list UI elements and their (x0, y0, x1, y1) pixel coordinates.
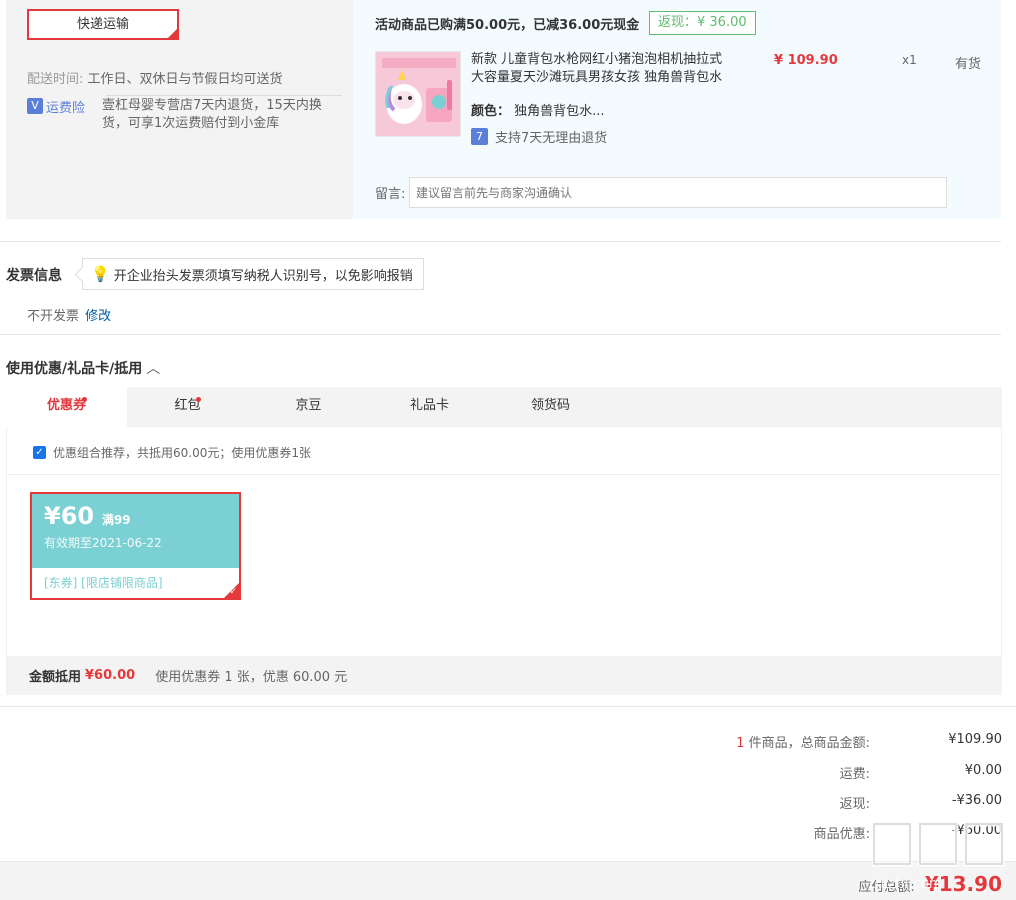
shipping-panel: 快递运输 ✓ 配送时间: 工作日、双休日与节假日均可送货 V 运费险 壹杠母婴专… (6, 0, 353, 219)
deduction-summary: 金额抵用 ¥60.00 使用优惠券 1 张，优惠 60.00 元 (7, 656, 1002, 695)
deduction-description: 使用优惠券 1 张，优惠 60.00 元 (155, 670, 348, 685)
coupon-section-title[interactable]: 使用优惠/礼品卡/抵用 ︿ (6, 358, 160, 378)
product-color-label: 颜色： (471, 104, 511, 119)
divider (0, 706, 1016, 707)
summary-rebate: 返现: -¥36.00 (582, 793, 1002, 813)
shipping-product-block: 快递运输 ✓ 配送时间: 工作日、双休日与节假日均可送货 V 运费险 壹杠母婴专… (6, 0, 1001, 219)
return-policy: 7 支持7天无理由退货 (471, 127, 607, 146)
tab-coupons[interactable]: 优惠券 (6, 387, 127, 427)
coupon-section-title-text: 使用优惠/礼品卡/抵用 (6, 361, 143, 377)
freight-insurance-text: 壹杠母婴专营店7天内退货，15天内换货，可享1次运费赔付到小金库 (102, 98, 322, 131)
delivery-time: 配送时间: 工作日、双休日与节假日均可送货 (27, 68, 283, 87)
divider (106, 95, 342, 96)
invoice-tip: 💡 开企业抬头发票须填写纳税人识别号，以免影响报销 (82, 258, 424, 290)
tab-label: 京豆 (295, 398, 322, 413)
tab-jingdou[interactable]: 京豆 (248, 387, 369, 427)
product-stock: 有货 (955, 57, 982, 72)
rebate-badge: 返现：¥ 36.00 (649, 11, 756, 35)
invoice-edit-link[interactable]: 修改 (85, 309, 111, 324)
tab-label: 优惠券 (46, 398, 86, 413)
combo-recommendation-text: 优惠组合推荐，共抵用60.00元；使用优惠券1张 (53, 446, 311, 460)
new-dot-icon (196, 397, 201, 402)
checkbox-checked-icon[interactable]: ✓ (33, 446, 46, 459)
delivery-time-label: 配送时间: (27, 72, 84, 87)
goods-total-text: 件商品，总商品金额: (748, 736, 870, 751)
discount-label: 商品优惠: (813, 827, 870, 842)
divider (7, 474, 1002, 475)
tab-gift-card[interactable]: 礼品卡 (369, 387, 490, 427)
product-color: 颜色： 独角兽背包水... (471, 100, 605, 119)
coupon-amount: ¥60 (44, 502, 95, 530)
payable-bar: 应付总额: ¥13.90 (0, 861, 1016, 900)
summary-goods-total: 1 件商品，总商品金额: ¥109.90 (582, 732, 1002, 752)
summary-goods-total-label: 1 件商品，总商品金额: (736, 732, 870, 752)
tab-claim-code[interactable]: 领货码 (490, 387, 611, 427)
promo-text: 活动商品已购满50.00元，已减36.00元现金 (375, 18, 640, 33)
deduction-amount: ¥60.00 (85, 668, 136, 683)
payable-label: 应付总额: (858, 880, 915, 895)
invoice-title: 发票信息 (6, 268, 62, 284)
coupon-card-header: ¥60 满99 有效期至2021-06-22 (32, 494, 239, 568)
coupon-card[interactable]: ¥60 满99 有效期至2021-06-22 [东券] [限店铺限商品] ✓ (30, 492, 241, 600)
deduction-label: 金额抵用 (29, 670, 82, 685)
tab-red-envelope[interactable]: 红包 (127, 387, 248, 427)
goods-count: 1 (736, 736, 745, 751)
product-image[interactable] (375, 51, 461, 137)
goods-total-value: ¥109.90 (948, 732, 1002, 747)
coupon-expiry: 有效期至2021-06-22 (44, 536, 162, 550)
check-icon: ✓ (229, 587, 237, 597)
product-panel: 活动商品已购满50.00元，已减36.00元现金 返现：¥ 36.00 新款 儿… (353, 0, 1001, 219)
product-quantity: x1 (902, 53, 917, 67)
shield-v-icon: V (27, 98, 43, 114)
return-policy-text: 支持7天无理由退货 (495, 131, 608, 146)
freight-insurance-label: 运费险 (46, 100, 86, 116)
freight-insurance-badge[interactable]: V 运费险 (27, 97, 86, 116)
freight-label: 运费: (839, 767, 870, 782)
new-dot-icon (82, 397, 87, 402)
delivery-time-value: 工作日、双休日与节假日均可送货 (87, 72, 283, 87)
coupon-tags: [东券] [限店铺限商品] (44, 576, 163, 590)
product-title[interactable]: 新款 儿童背包水枪网红小猪泡泡相机抽拉式大容量夏天沙滩玩具男孩女孩 独角兽背包水 (471, 51, 731, 87)
invoice-tip-text: 开企业抬头发票须填写纳税人识别号，以免影响报销 (113, 268, 413, 284)
divider (0, 334, 1001, 335)
discount-value: -¥60.00 (951, 823, 1002, 838)
tab-label: 礼品卡 (409, 398, 449, 413)
remark-label: 留言: (375, 187, 406, 202)
invoice-status: 不开发票 修改 (27, 305, 111, 324)
summary-freight: 运费: ¥0.00 (582, 763, 1002, 783)
coupon-tabs: 优惠券 红包 京豆 礼品卡 领货码 (6, 387, 1002, 427)
chevron-up-icon: ︿ (146, 361, 161, 377)
coupon-panel: ✓ 优惠组合推荐，共抵用60.00元；使用优惠券1张 ¥60 满99 有效期至2… (6, 427, 1002, 695)
seven-days-return-icon: 7 (471, 128, 488, 145)
lightbulb-icon: 💡 (91, 265, 110, 283)
coupon-condition: 满99 (101, 513, 131, 527)
payable-total: 应付总额: ¥13.90 (858, 872, 1002, 896)
combo-recommendation[interactable]: ✓ 优惠组合推荐，共抵用60.00元；使用优惠券1张 (33, 444, 311, 461)
unicorn-toy-image (376, 52, 460, 136)
product-color-value: 独角兽背包水... (514, 104, 605, 119)
invoice-status-text: 不开发票 (27, 309, 80, 324)
check-icon: ✓ (168, 28, 176, 38)
divider (0, 241, 1001, 242)
rebate-value: -¥36.00 (951, 793, 1002, 808)
shipping-method-label: 快递运输 (76, 17, 129, 32)
product-price: ¥ 109.90 (774, 53, 838, 68)
remark-input[interactable] (409, 177, 947, 208)
shipping-method-option[interactable]: 快递运输 ✓ (27, 9, 179, 40)
freight-value: ¥0.00 (964, 763, 1002, 778)
summary-discount: 商品优惠: -¥60.00 (582, 823, 1002, 843)
tab-label: 领货码 (530, 398, 570, 413)
payable-amount: ¥13.90 (924, 872, 1002, 896)
rebate-label: 返现: (839, 797, 870, 812)
